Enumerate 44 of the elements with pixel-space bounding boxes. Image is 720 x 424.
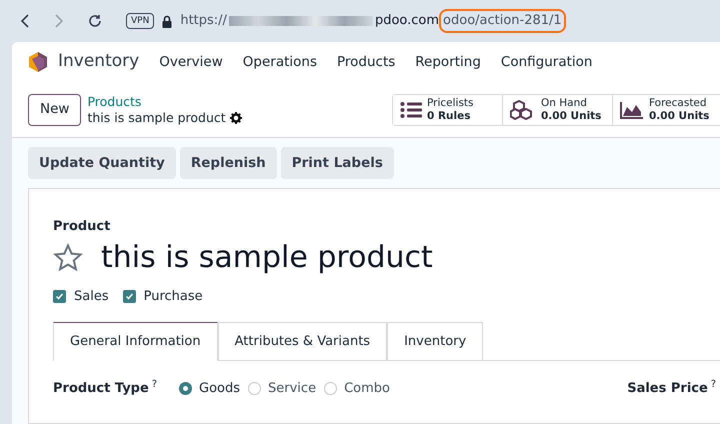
check-icon xyxy=(124,292,134,301)
field-label: Product Type $^{?}$ xyxy=(53,379,158,398)
action-button[interactable]: Replenish xyxy=(180,147,277,179)
checkbox-label: Sales xyxy=(74,288,109,306)
action-button[interactable]: Print Labels xyxy=(280,147,394,179)
url-path: odoo/action-281/1 xyxy=(439,9,566,33)
vpn-badge[interactable]: VPN xyxy=(126,13,154,29)
smart-button[interactable]: Pricelists 0 Rules xyxy=(393,94,503,124)
url-scheme: https:// xyxy=(180,12,227,30)
lock-icon xyxy=(162,14,172,28)
radio-button[interactable] xyxy=(324,382,338,396)
app-name[interactable]: Inventory xyxy=(58,49,140,75)
list-icon xyxy=(400,100,422,118)
star-icon[interactable] xyxy=(53,242,83,272)
field-label: Product xyxy=(53,218,112,236)
menu-item[interactable]: Overview xyxy=(159,52,223,72)
radio-button[interactable] xyxy=(179,382,192,396)
radio-label: Combo xyxy=(344,380,390,398)
tab[interactable]: Attributes & Variants xyxy=(218,322,388,361)
radio-label: Service xyxy=(268,380,316,398)
checkbox[interactable] xyxy=(122,290,136,303)
radio-button[interactable] xyxy=(248,382,262,396)
url-host: pdoo.com xyxy=(374,12,440,30)
area-chart-icon xyxy=(620,100,644,118)
checkbox[interactable] xyxy=(53,290,66,303)
checkbox-label: Purchase xyxy=(144,288,203,306)
gear-icon[interactable] xyxy=(230,112,242,124)
tab[interactable]: General Information xyxy=(53,322,218,361)
app-logo-icon[interactable] xyxy=(28,51,48,73)
radio-label: Goods xyxy=(199,380,240,398)
tab[interactable]: Inventory xyxy=(387,322,484,361)
back-icon[interactable] xyxy=(20,14,30,28)
breadcrumb-link[interactable]: Products xyxy=(87,94,242,110)
reload-icon[interactable] xyxy=(88,14,102,28)
menu-item[interactable]: Operations xyxy=(242,52,317,72)
record-name: this is sample product xyxy=(87,110,226,126)
check-icon xyxy=(55,292,64,301)
menu-item[interactable]: Products xyxy=(336,52,396,72)
menu-item[interactable]: Configuration xyxy=(500,52,592,72)
product-name[interactable]: this is sample product xyxy=(101,238,433,276)
menu-item[interactable]: Reporting xyxy=(415,52,481,72)
action-button[interactable]: Update Quantity xyxy=(28,147,176,179)
new-button[interactable]: New xyxy=(28,94,82,126)
field-label: Sales Price $^{?}$ xyxy=(627,379,716,398)
